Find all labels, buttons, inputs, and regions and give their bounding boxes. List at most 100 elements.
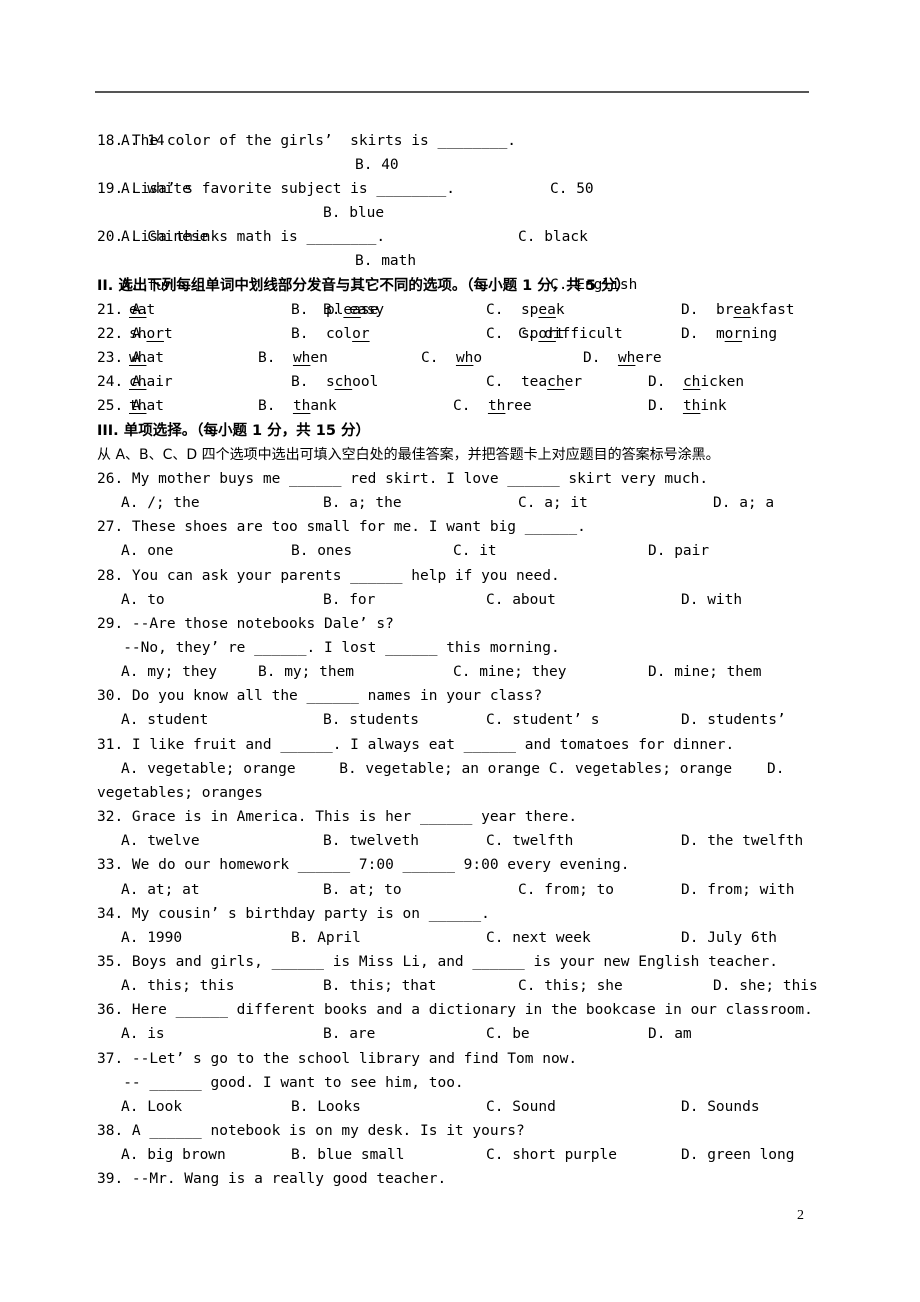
option-label: D. <box>648 398 666 414</box>
word-suffix: at <box>146 350 164 366</box>
question-30-stem: 30. Do you know all the ______ names in … <box>97 688 543 704</box>
underlined-part: th <box>682 398 701 414</box>
word-option: D. morning <box>681 322 777 346</box>
option: B. my; them <box>258 664 355 680</box>
option-label: C. <box>486 326 504 342</box>
word-option: B. school <box>291 370 378 394</box>
word-suffix: en <box>310 350 328 366</box>
underlined-part: or <box>146 326 164 342</box>
section-3-title: III. 单项选择。（每小题 1 分，共 15 分） <box>97 423 370 439</box>
option: D. with <box>681 592 743 608</box>
underlined-part: ch <box>334 374 353 390</box>
option: C. it <box>453 543 497 559</box>
question-19-stem: 19. Lisa’ s favorite subject is ________… <box>97 181 455 197</box>
option: B. at; to <box>323 882 402 898</box>
option: D. pair <box>648 543 710 559</box>
option: D. mine; them <box>648 664 762 680</box>
word-option: D. think <box>648 394 727 418</box>
option: D. Sounds <box>681 1099 760 1115</box>
question-39-stem: 39. --Mr. Wang is a really good teacher. <box>97 1171 447 1187</box>
word-option: what <box>129 346 164 370</box>
word-suffix: er <box>564 374 583 390</box>
option: C. Sound <box>486 1099 556 1115</box>
word-prefix: sp <box>520 326 539 342</box>
word-prefix: tea <box>520 374 548 390</box>
question-20-options: A. fun B. easy C. difficult <box>97 250 623 342</box>
option: C. short purple <box>486 1147 617 1163</box>
option: A. my; they <box>121 664 218 680</box>
underlined-part: ea <box>129 302 147 318</box>
underlined-part: ch <box>547 374 565 390</box>
option: B. twelveth <box>323 833 420 849</box>
option-label: B. <box>258 398 276 414</box>
question-18-options: A. white B. blue C. black <box>97 153 588 245</box>
word-option: C. three <box>453 394 532 418</box>
option: C. 50 <box>550 181 594 197</box>
word-suffix: ink <box>700 398 727 414</box>
option: B. April <box>291 930 361 946</box>
option: A. one <box>121 543 174 559</box>
word-prefix: m <box>715 326 725 342</box>
option: B. blue small <box>291 1147 405 1163</box>
word-option: B. thank <box>258 394 337 418</box>
option: B. blue <box>323 205 385 221</box>
question-31-stem: 31. I like fruit and ______. I always ea… <box>97 737 735 753</box>
header-rule <box>95 91 809 93</box>
underlined-part: ea <box>733 302 751 318</box>
option: C. a; it <box>518 495 588 511</box>
question-26-stem: 26. My mother buys me ______ red skirt. … <box>97 471 709 487</box>
option-label: C. <box>453 398 471 414</box>
option: B. math <box>355 253 417 269</box>
option: A. 1990 <box>121 930 183 946</box>
word-option: D. chicken <box>648 370 744 394</box>
option-label: B. <box>291 302 309 318</box>
question-36-stem: 36. Here ______ different books and a di… <box>97 1002 813 1018</box>
option-label: D. <box>583 350 601 366</box>
underlined-part: ea <box>343 302 361 318</box>
word-prefix: s <box>325 374 335 390</box>
option: B. are <box>323 1026 376 1042</box>
word-suffix: t <box>146 302 156 318</box>
word-option: B. when <box>258 346 328 370</box>
word-option: D. breakfast <box>681 298 795 322</box>
option: C. this; she <box>518 978 623 994</box>
word-option: that <box>129 394 164 418</box>
option: B. Looks <box>291 1099 361 1115</box>
underlined-part: ea <box>538 302 556 318</box>
underlined-part: wh <box>617 350 636 366</box>
underlined-part: th <box>292 398 311 414</box>
option: D. July 6th <box>681 930 778 946</box>
word-option: C. teacher <box>486 370 582 394</box>
word-suffix: k <box>555 302 565 318</box>
option: D. am <box>648 1026 692 1042</box>
option: A. student <box>121 712 209 728</box>
question-37-stem: -- ______ good. I want to see him, too. <box>97 1075 464 1091</box>
question-20-stem: 20. Lisa thinks math is ________. <box>97 229 386 245</box>
word-suffix: ree <box>505 398 532 414</box>
question-31-options-wrap: vegetables; oranges <box>97 785 263 801</box>
section-2-title: II. 选出下列每组单词中划线部分发音与其它不同的选项。（每小题 1 分，共 5… <box>97 278 630 294</box>
option: A. /; the <box>121 495 200 511</box>
question-37-stem: 37. --Let’ s go to the school library an… <box>97 1051 578 1067</box>
option: C. be <box>486 1026 530 1042</box>
option: D. the twelfth <box>681 833 804 849</box>
word-option: B. please <box>291 298 378 322</box>
option: C. from; to <box>518 882 615 898</box>
exam-page: A. 14 B. 40 C. 50 18. The color of the g… <box>0 0 920 1302</box>
underlined-part: wh <box>129 350 147 366</box>
question-38-stem: 38. A ______ notebook is on my desk. Is … <box>97 1123 525 1139</box>
option-label: B. <box>291 374 309 390</box>
word-prefix: br <box>715 302 734 318</box>
underlined-part: ch <box>682 374 701 390</box>
option: B. ones <box>291 543 353 559</box>
word-option: B. color <box>291 322 370 346</box>
underlined-part: wh <box>455 350 474 366</box>
option: A. Look <box>121 1099 183 1115</box>
option: B. students <box>323 712 420 728</box>
option: C. black <box>518 229 588 245</box>
underlined-part: ch <box>129 374 147 390</box>
word-suffix: at <box>146 398 164 414</box>
option: A. to <box>121 592 165 608</box>
word-prefix: sp <box>520 302 539 318</box>
option-label: C. <box>421 350 439 366</box>
